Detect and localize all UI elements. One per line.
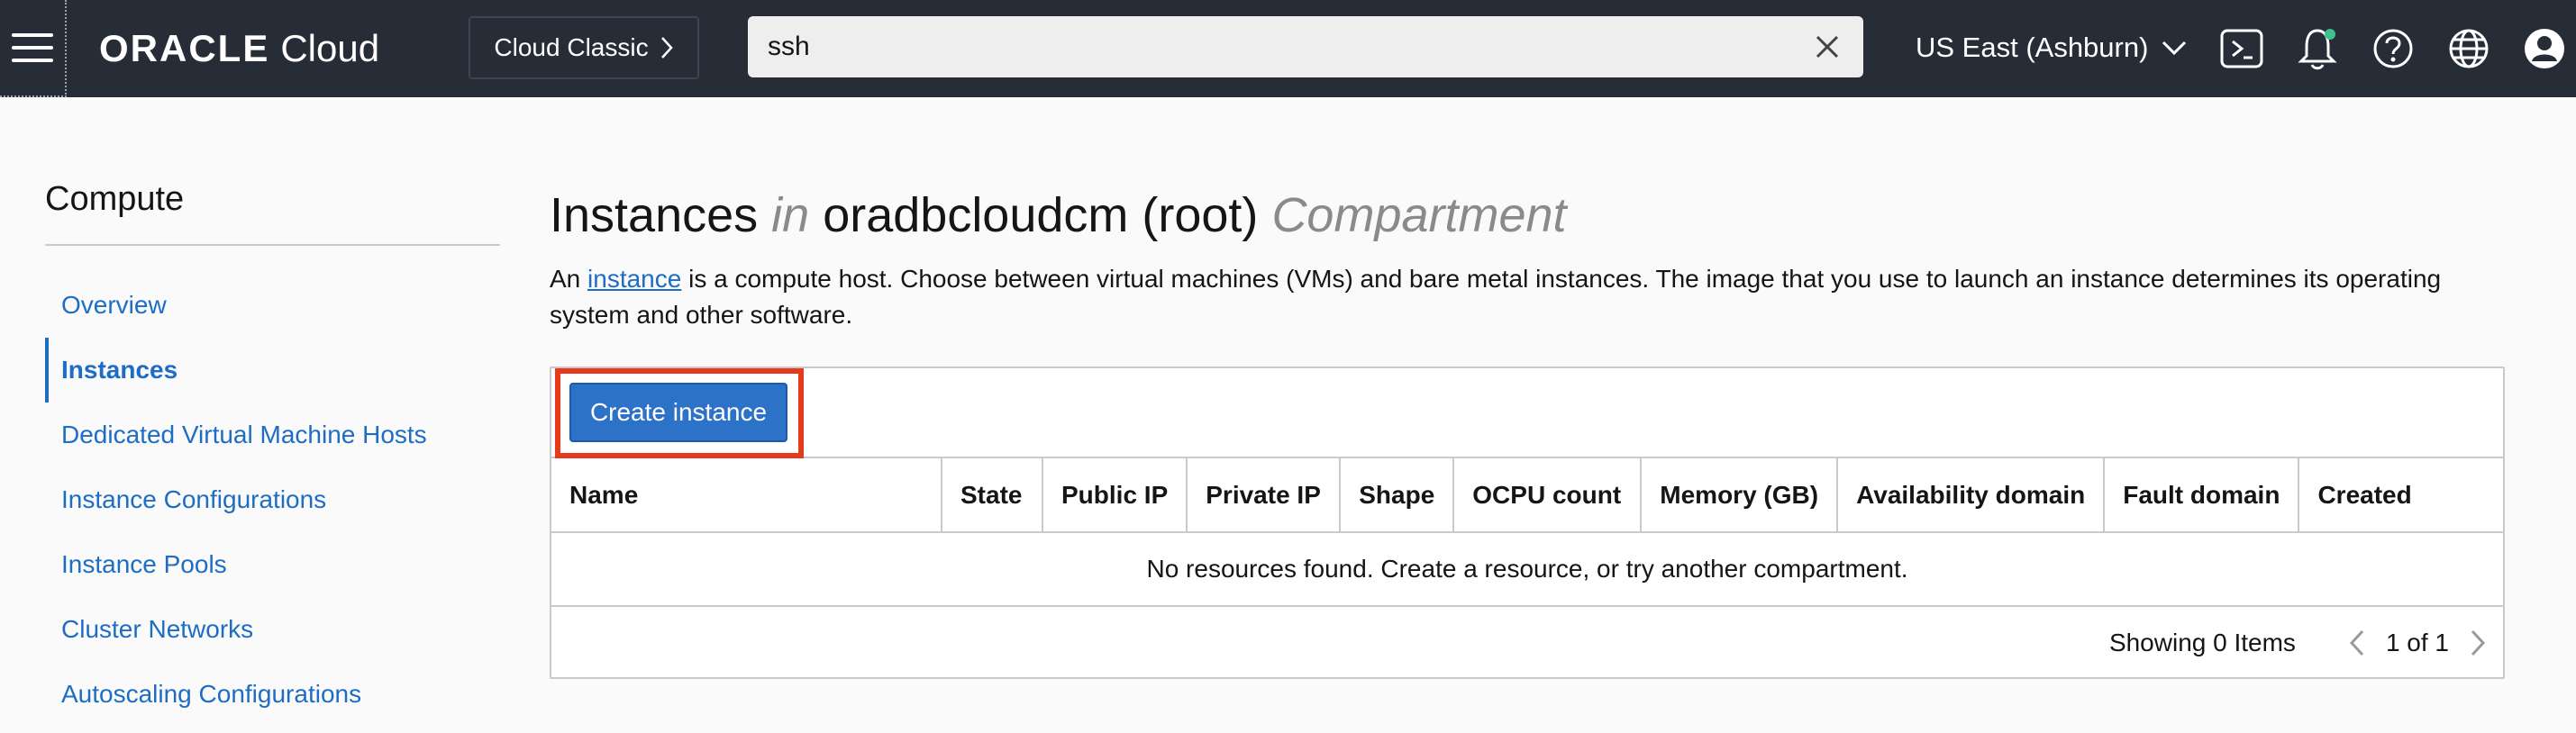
logo-brand: ORACLE [99, 27, 270, 69]
search-input[interactable] [768, 32, 1811, 62]
title-compartment-name: oradbcloudcm (root) [823, 188, 1259, 242]
cloud-classic-label: Cloud Classic [494, 33, 649, 61]
instances-table-panel: Create instance Name State Public IP Pri… [550, 366, 2505, 679]
title-resource: Instances [550, 188, 759, 242]
title-compartment-word: Compartment [1271, 188, 1567, 242]
main-content: Instances in oradbcloudcm (root) Compart… [550, 187, 2505, 333]
create-instance-button[interactable]: Create instance [569, 383, 787, 442]
table-footer: Showing 0 Items 1 of 1 [551, 607, 2503, 679]
oracle-cloud-logo[interactable]: ORACLE Cloud [99, 27, 379, 70]
region-label: US East (Ashburn) [1916, 32, 2149, 63]
search-field[interactable] [748, 16, 1863, 77]
title-in: in [771, 188, 810, 242]
sidebar-title: Compute [45, 180, 500, 246]
sidebar-nav: Overview Instances Dedicated Virtual Mac… [45, 273, 500, 727]
sidebar-item-instance-pools[interactable]: Instance Pools [45, 532, 500, 597]
desc-prefix: An [550, 265, 581, 293]
table-row: No resources found. Create a resource, o… [551, 532, 2503, 607]
empty-state-message: No resources found. Create a resource, o… [551, 532, 2503, 607]
sidebar-item-overview[interactable]: Overview [45, 273, 500, 338]
sidebar-item-autoscaling-configurations[interactable]: Autoscaling Configurations [45, 662, 500, 727]
globe-icon[interactable] [2444, 23, 2494, 74]
desc-rest: is a compute host. Choose between virtua… [550, 265, 2442, 329]
chevron-right-icon[interactable] [2465, 628, 2490, 658]
close-icon[interactable] [1811, 31, 1843, 63]
column-header-public-ip[interactable]: Public IP [1042, 458, 1188, 533]
table-toolbar: Create instance [551, 368, 2503, 458]
sidebar: Compute Overview Instances Dedicated Vir… [45, 180, 500, 727]
top-header: ORACLE Cloud Cloud Classic US East (Ashb… [0, 0, 2576, 97]
column-header-private-ip[interactable]: Private IP [1187, 458, 1342, 533]
instance-link[interactable]: instance [587, 265, 681, 293]
help-icon[interactable] [2368, 23, 2418, 74]
sidebar-item-cluster-networks[interactable]: Cluster Networks [45, 597, 500, 662]
column-header-created[interactable]: Created [2298, 458, 2503, 533]
chevron-left-icon[interactable] [2344, 628, 2370, 658]
table-header-row: Name State Public IP Private IP Shape OC… [551, 458, 2503, 533]
column-header-ocpu-count[interactable]: OCPU count [1453, 458, 1643, 533]
column-header-availability-domain[interactable]: Availability domain [1837, 458, 2106, 533]
column-header-fault-domain[interactable]: Fault domain [2104, 458, 2300, 533]
menu-icon[interactable] [0, 0, 67, 97]
cloud-shell-icon[interactable] [2216, 23, 2267, 74]
logo-product: Cloud [280, 27, 380, 69]
region-selector[interactable]: US East (Ashburn) [1916, 25, 2188, 70]
sidebar-item-instance-configurations[interactable]: Instance Configurations [45, 467, 500, 532]
chevron-down-icon [2162, 41, 2187, 56]
column-header-shape[interactable]: Shape [1340, 458, 1455, 533]
column-header-name[interactable]: Name [551, 458, 942, 533]
sidebar-item-dedicated-vm-hosts[interactable]: Dedicated Virtual Machine Hosts [45, 403, 500, 467]
column-header-state[interactable]: State [942, 458, 1043, 533]
cloud-classic-button[interactable]: Cloud Classic [469, 16, 699, 79]
instances-table: Name State Public IP Private IP Shape OC… [551, 458, 2503, 607]
page-indicator: 1 of 1 [2385, 629, 2449, 656]
sidebar-item-instances[interactable]: Instances [45, 338, 500, 403]
showing-count: Showing 0 Items [2108, 629, 2296, 656]
bell-icon[interactable] [2292, 23, 2343, 74]
page-title: Instances in oradbcloudcm (root) Compart… [550, 187, 2505, 243]
column-header-memory[interactable]: Memory (GB) [1641, 458, 1839, 533]
user-icon[interactable] [2519, 23, 2570, 74]
page-description: An instance is a compute host. Choose be… [550, 261, 2505, 333]
chevron-right-icon [660, 37, 673, 59]
